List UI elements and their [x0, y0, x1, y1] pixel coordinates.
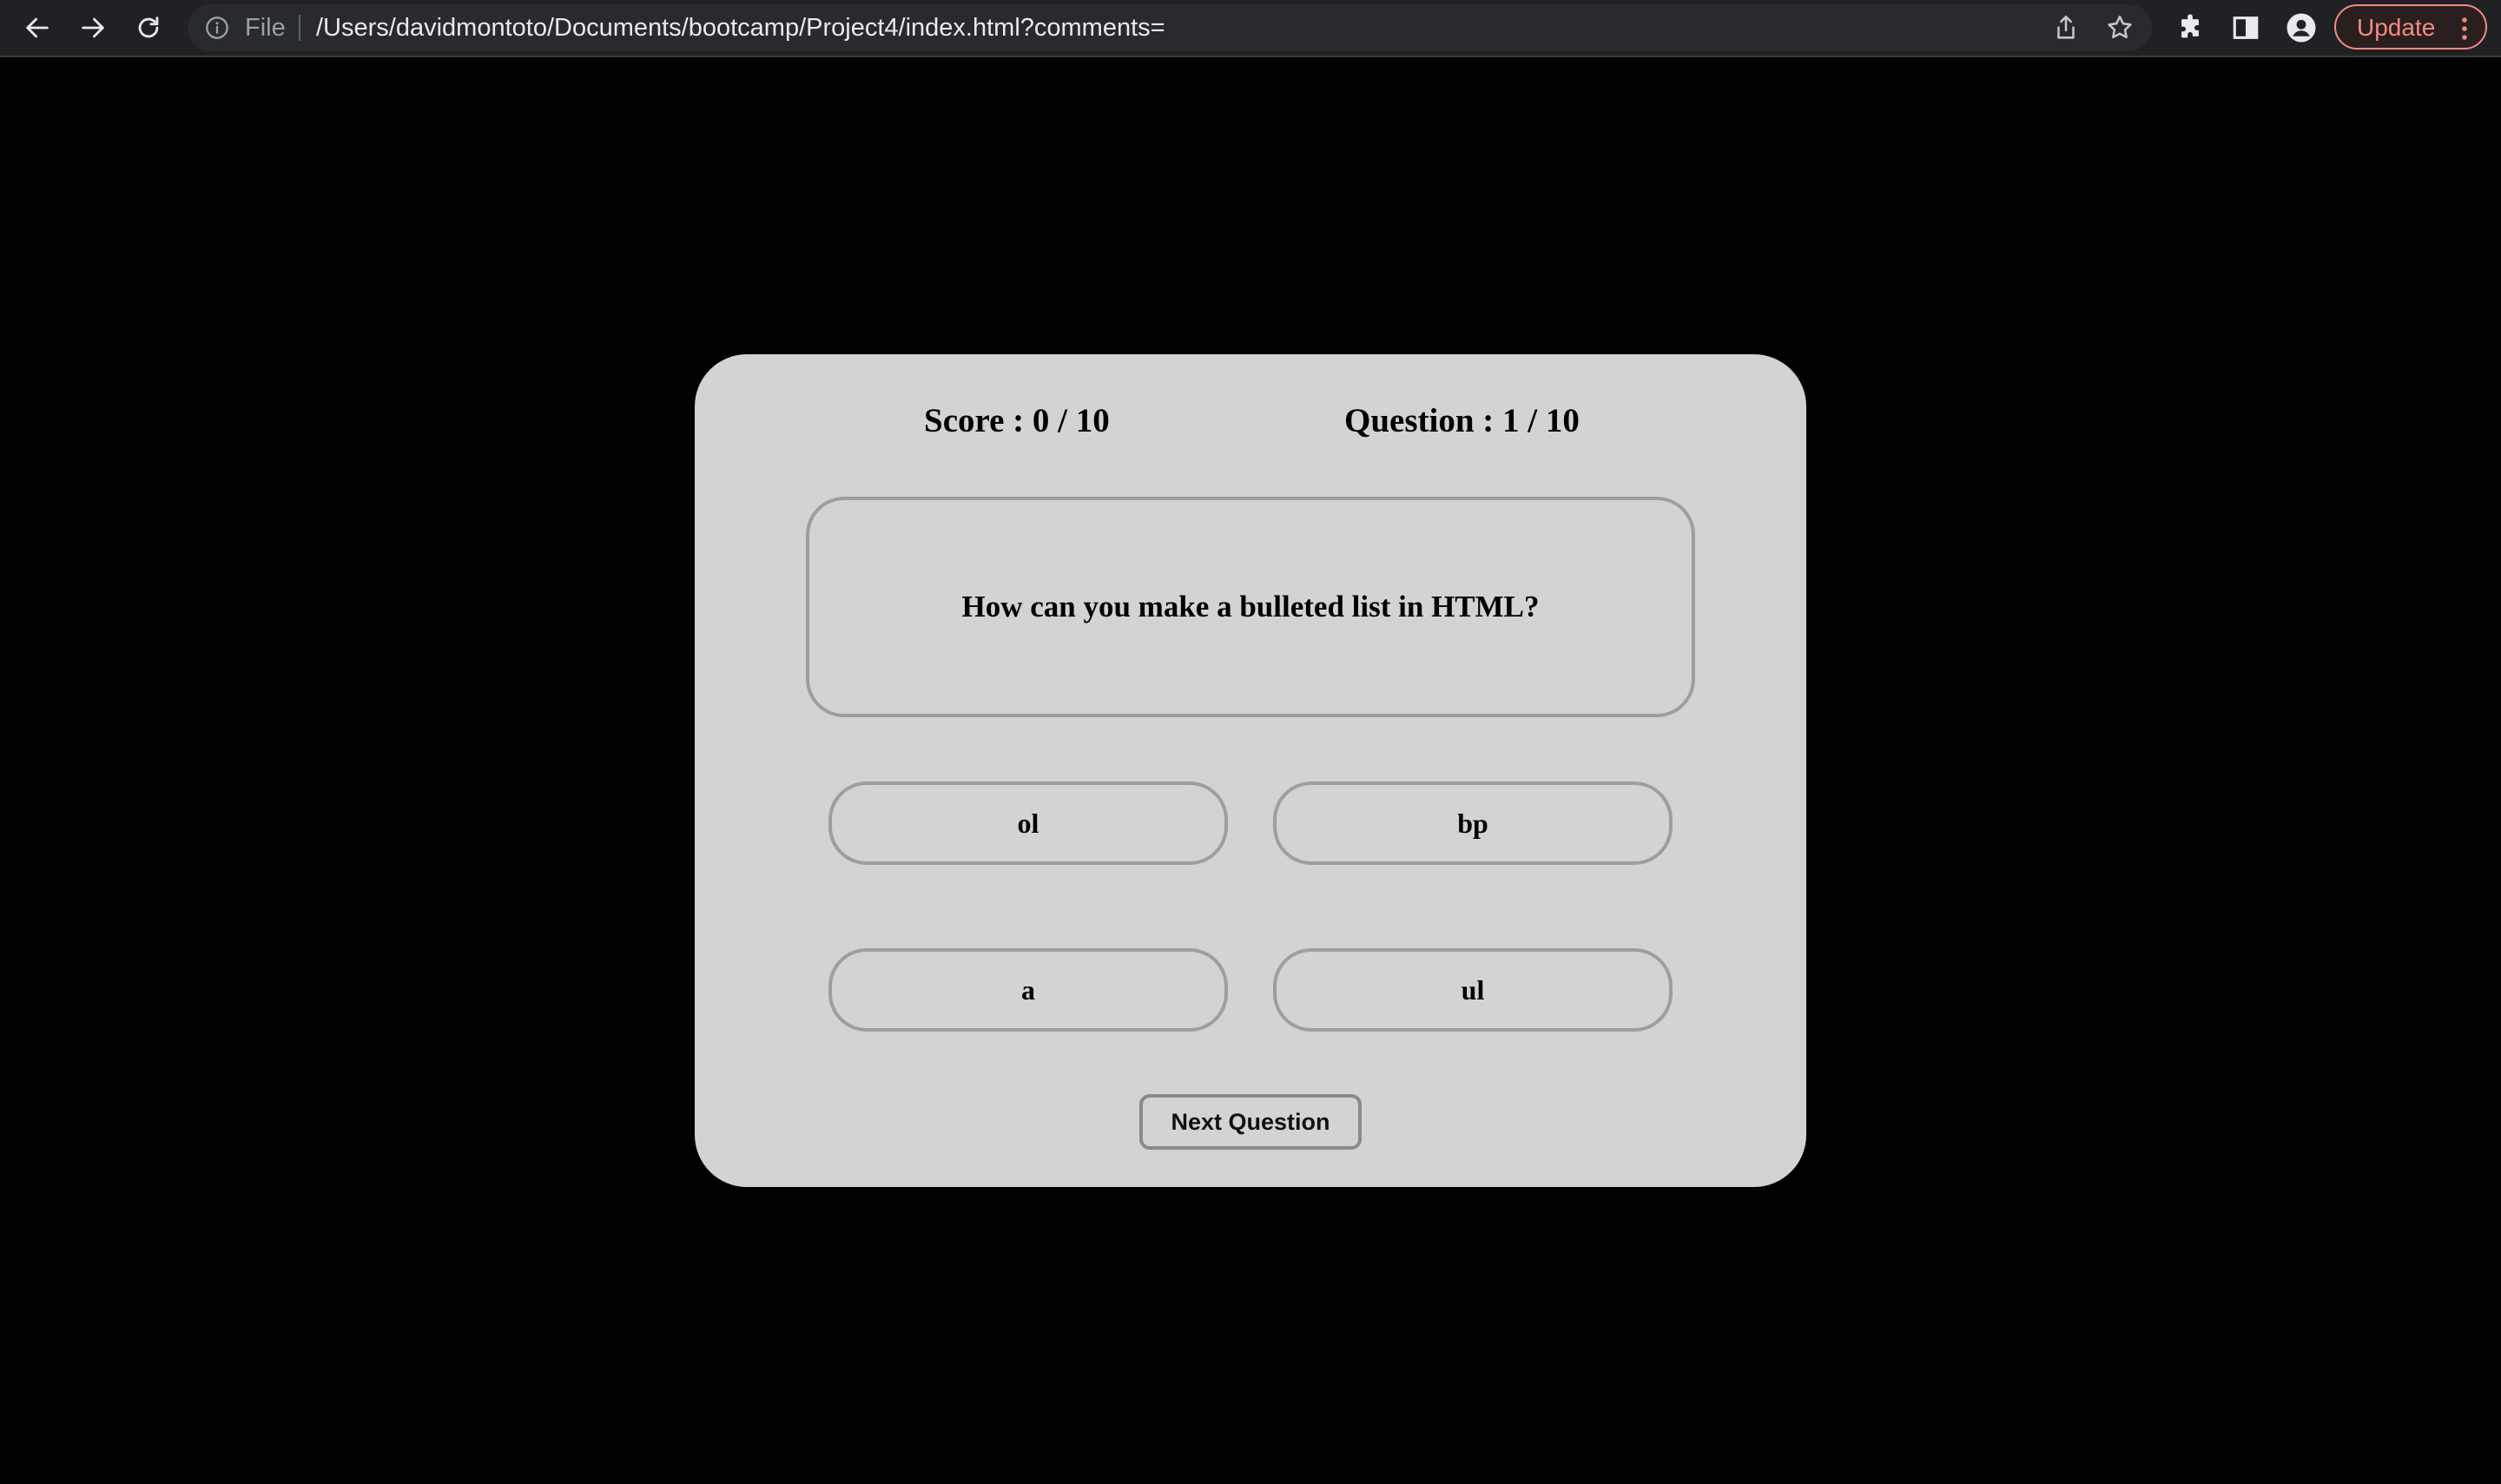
question-counter: Question : 1 / 10: [1344, 402, 1580, 439]
bookmark-star-icon[interactable]: [2105, 13, 2135, 43]
url-text[interactable]: /Users/davidmontoto/Documents/bootcamp/P…: [316, 11, 1165, 44]
quiz-card: Score : 0 / 10 Question : 1 / 10 How can…: [695, 354, 1806, 1187]
kebab-menu-icon[interactable]: [2456, 16, 2473, 42]
back-button[interactable]: [16, 7, 58, 49]
address-bar[interactable]: File /Users/davidmontoto/Documents/bootc…: [188, 4, 2152, 51]
answer-button-2[interactable]: bp: [1273, 782, 1673, 865]
next-question-button[interactable]: Next Question: [1139, 1094, 1362, 1150]
question-box: How can you make a bulleted list in HTML…: [806, 497, 1695, 717]
browser-toolbar: File /Users/davidmontoto/Documents/bootc…: [0, 0, 2501, 57]
side-panel-icon: [2233, 16, 2259, 39]
share-icon[interactable]: [2051, 13, 2081, 43]
forward-button[interactable]: [72, 7, 114, 49]
answer-button-3[interactable]: a: [828, 948, 1228, 1032]
url-scheme-label: File: [245, 14, 286, 42]
side-panel-button[interactable]: [2228, 10, 2263, 45]
profile-avatar-icon: [2287, 13, 2316, 43]
extensions-button[interactable]: [2173, 10, 2207, 45]
update-label: Update: [2357, 14, 2436, 41]
info-icon[interactable]: [205, 16, 229, 40]
reload-button[interactable]: [128, 7, 169, 49]
profile-button[interactable]: [2284, 10, 2319, 45]
address-divider: [299, 15, 300, 41]
question-text: How can you make a bulleted list in HTML…: [961, 590, 1540, 623]
answer-button-1[interactable]: ol: [828, 782, 1228, 865]
score-label: Score : 0 / 10: [924, 402, 1110, 439]
puzzle-piece-icon: [2181, 14, 2199, 38]
back-arrow-icon: [26, 17, 49, 38]
reload-icon: [138, 16, 159, 38]
forward-arrow-icon: [82, 17, 104, 38]
answer-button-4[interactable]: ul: [1273, 948, 1673, 1032]
update-button[interactable]: Update: [2334, 4, 2487, 49]
